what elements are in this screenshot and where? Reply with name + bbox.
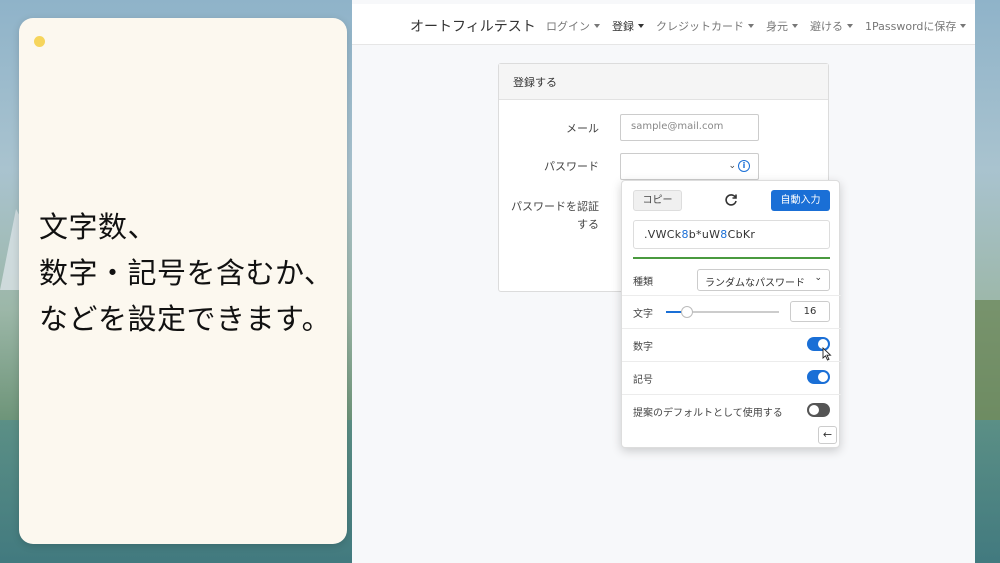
copy-button[interactable]: コピー (633, 190, 682, 211)
caption-line: 文字数、 (39, 210, 158, 244)
symbols-row: 記号 (633, 369, 830, 387)
nav-item-identity[interactable]: 身元 (766, 18, 798, 34)
symbols-label: 記号 (633, 375, 653, 386)
password-strength-bar (633, 257, 830, 259)
password-manager-icon[interactable]: ⌄ i (728, 160, 750, 172)
divider (622, 361, 841, 362)
password-part: b*uW (688, 228, 721, 241)
confirm-password-label: パスワードを認証 する (499, 198, 599, 234)
nav-item-label: 避ける (810, 20, 843, 33)
navbar-brand[interactable]: オートフィルテスト (410, 16, 536, 36)
caret-down-icon (594, 24, 600, 28)
password-generator-popup: コピー 自動入力 .VWCk8b*uW8CbKr 種類 ランダムなパスワード ⌄… (621, 180, 841, 448)
nav-item-label: 登録 (612, 20, 634, 33)
type-label: 種類 (633, 277, 653, 288)
caret-down-icon (960, 24, 967, 28)
length-slider-fill (666, 311, 682, 313)
type-select-value: ランダムなパスワード (705, 278, 805, 289)
length-row: 文字 16 (633, 301, 830, 323)
nav-item-label: クレジットカード (656, 20, 744, 33)
caption-text: 文字数、 数字・記号を含むか、 などを設定できます。 (39, 204, 339, 342)
divider (622, 295, 841, 296)
divider (622, 394, 841, 395)
nav-items: ログイン 登録 クレジットカード 身元 避ける 1Passwordに保存 参 (546, 18, 975, 34)
password-digit: 8 (681, 228, 689, 241)
type-select[interactable]: ランダムなパスワード ⌄ (697, 269, 830, 291)
chevron-down-icon: ⌄ (814, 273, 822, 283)
length-slider[interactable] (666, 306, 779, 318)
caret-down-icon (638, 24, 644, 28)
password-digit: 8 (720, 228, 728, 241)
caret-down-icon (748, 24, 754, 28)
email-label: メール (566, 122, 599, 135)
length-label: 文字 (633, 309, 653, 320)
default-row: 提案のデフォルトとして使用する (633, 402, 830, 420)
email-field[interactable]: sample@mail.com (620, 114, 759, 141)
default-toggle[interactable] (807, 403, 830, 417)
navbar: オートフィルテスト ログイン 登録 クレジットカード 身元 避ける 1Passw… (352, 4, 975, 45)
symbols-toggle[interactable] (807, 370, 830, 384)
caret-down-icon (792, 24, 798, 28)
password-field[interactable]: ⌄ i (620, 153, 759, 180)
back-arrow-button[interactable]: ← (818, 426, 837, 444)
nav-item-credit-card[interactable]: クレジットカード (656, 18, 754, 34)
length-input[interactable]: 16 (790, 301, 830, 322)
toggle-knob (818, 372, 828, 382)
length-slider-thumb[interactable] (681, 306, 693, 318)
nav-item-avoid[interactable]: 避ける (810, 18, 853, 34)
mouse-cursor-icon (822, 347, 832, 361)
numbers-label: 数字 (633, 342, 653, 353)
nav-item-label: ログイン (546, 20, 590, 33)
type-row: 種類 ランダムなパスワード ⌄ (633, 269, 830, 292)
refresh-icon[interactable] (723, 192, 739, 208)
password-label: パスワード (544, 160, 599, 173)
nav-item-login[interactable]: ログイン (546, 18, 600, 34)
confirm-label-line: する (577, 218, 599, 231)
generated-password[interactable]: .VWCk8b*uW8CbKr (633, 220, 830, 249)
divider (622, 328, 841, 329)
nav-item-register[interactable]: 登録 (612, 18, 644, 34)
nav-item-save-1password[interactable]: 1Passwordに保存 (865, 18, 967, 34)
form-title: 登録する (499, 64, 828, 100)
autofill-button[interactable]: 自動入力 (771, 190, 830, 211)
desktop-background-hill (975, 300, 1000, 420)
onepassword-icon: i (738, 160, 750, 172)
nav-item-label: 身元 (766, 20, 788, 33)
caret-down-icon (847, 24, 853, 28)
numbers-row: 数字 (633, 336, 830, 354)
nav-item-label: 1Passwordに保存 (865, 20, 957, 33)
caption-line: 数字・記号を含むか、 (39, 256, 334, 290)
password-part: .VWCk (644, 228, 682, 241)
confirm-label-line: パスワードを認証 (511, 200, 599, 213)
caption-card: 文字数、 数字・記号を含むか、 などを設定できます。 (19, 18, 347, 544)
browser-window: オートフィルテスト ログイン 登録 クレジットカード 身元 避ける 1Passw… (352, 0, 975, 563)
caption-dot (34, 36, 45, 47)
chevron-down-icon: ⌄ (728, 161, 736, 171)
caption-line: などを設定できます。 (39, 302, 332, 336)
toggle-knob (809, 405, 819, 415)
default-label: 提案のデフォルトとして使用する (633, 408, 783, 419)
password-part: CbKr (727, 228, 756, 241)
